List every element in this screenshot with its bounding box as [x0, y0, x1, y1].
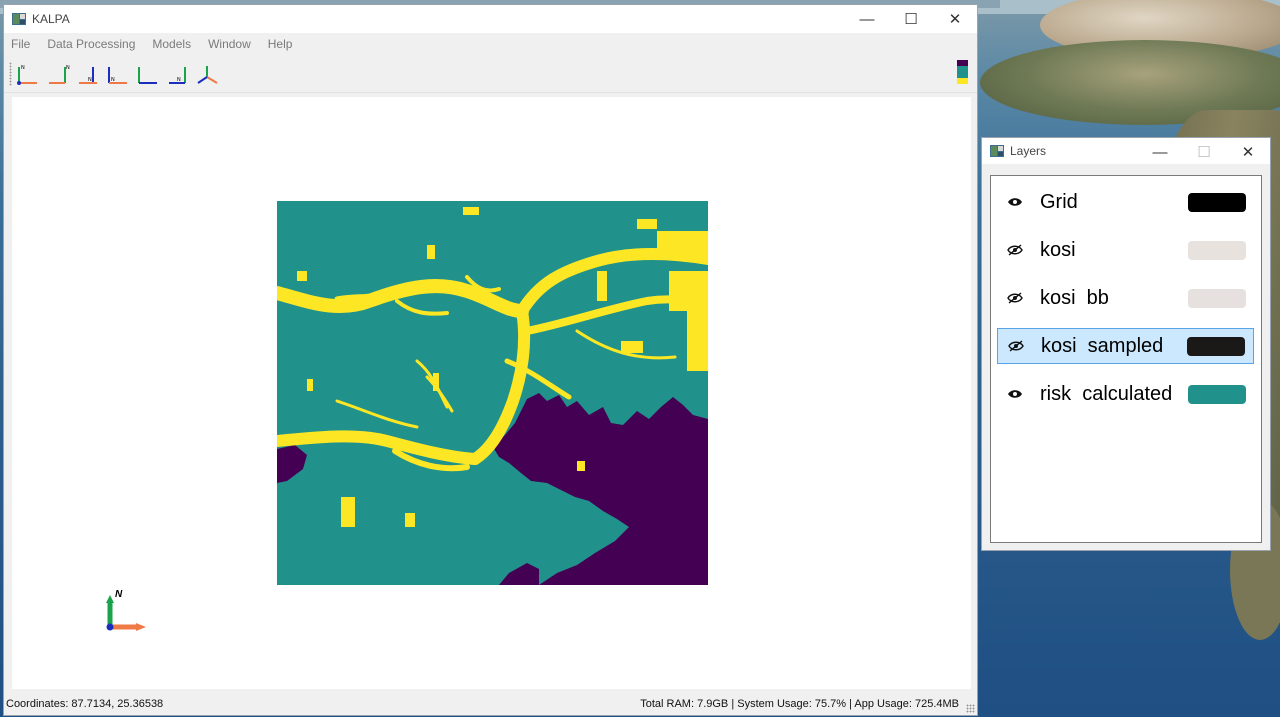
- resize-grip[interactable]: [966, 704, 975, 713]
- layer-color-swatch[interactable]: [1188, 240, 1246, 260]
- layer-name: kosi bb: [1040, 286, 1109, 309]
- menu-models[interactable]: Models: [144, 37, 200, 51]
- eye-slash-icon[interactable]: [1006, 243, 1024, 257]
- north-label: N: [115, 589, 123, 600]
- layers-titlebar[interactable]: Layers — ☐ ✕: [982, 138, 1270, 164]
- layers-list: Grid kosi kosi bb kosi sampled risk calc…: [990, 175, 1262, 543]
- layer-name: kosi: [1040, 238, 1076, 261]
- menu-window[interactable]: Window: [200, 37, 260, 51]
- toolbar: N N N N N: [4, 56, 977, 93]
- layer-row-kosi-bb[interactable]: kosi bb: [997, 280, 1254, 316]
- view-axis-yz-icon[interactable]: N: [15, 61, 41, 87]
- coordinates-readout: Coordinates: 87.7134, 25.36538: [6, 698, 164, 710]
- view-axis-xy-icon[interactable]: [135, 61, 161, 87]
- colorbar-high: [957, 78, 968, 84]
- eye-icon[interactable]: [1006, 387, 1024, 401]
- view-axis-3d-icon[interactable]: [195, 61, 221, 87]
- eye-slash-icon[interactable]: [1007, 339, 1025, 353]
- layer-color-swatch[interactable]: [1188, 192, 1246, 212]
- layer-name: risk calculated: [1040, 382, 1173, 405]
- svg-text:N: N: [21, 65, 25, 71]
- minimize-button[interactable]: —: [1138, 138, 1182, 166]
- maximize-button[interactable]: ☐: [889, 5, 933, 33]
- app-icon: [12, 13, 26, 25]
- view-axis-xz-icon[interactable]: N: [75, 61, 101, 87]
- layer-row-grid[interactable]: Grid: [997, 184, 1254, 220]
- layer-row-risk-calculated[interactable]: risk calculated: [997, 376, 1254, 412]
- resource-usage: Total RAM: 7.9GB | System Usage: 75.7% |…: [640, 698, 959, 710]
- layer-row-kosi[interactable]: kosi: [997, 232, 1254, 268]
- svg-text:N: N: [88, 77, 92, 83]
- layers-title: Layers: [1010, 144, 1047, 158]
- layer-color-swatch[interactable]: [1188, 288, 1246, 308]
- main-window: KALPA — ☐ ✕ File Data Processing Models …: [3, 4, 978, 716]
- layer-row-kosi-sampled[interactable]: kosi sampled: [997, 328, 1254, 364]
- main-titlebar[interactable]: KALPA — ☐ ✕: [4, 5, 977, 33]
- app-icon: [990, 145, 1004, 157]
- toolbar-grip[interactable]: [9, 62, 12, 86]
- layer-color-swatch[interactable]: [1187, 336, 1245, 356]
- maximize-button[interactable]: ☐: [1182, 138, 1226, 166]
- view-axis-xz-alt-icon[interactable]: N: [105, 61, 131, 87]
- risk-raster-map[interactable]: [277, 201, 708, 585]
- layers-window: Layers — ☐ ✕ Grid kosi kosi bb kosi samp…: [981, 137, 1271, 551]
- svg-text:N: N: [177, 77, 181, 83]
- layer-color-swatch[interactable]: [1188, 384, 1246, 404]
- menu-file[interactable]: File: [4, 37, 39, 51]
- legend-colorbar: [957, 60, 968, 84]
- window-title: KALPA: [32, 12, 70, 26]
- svg-text:N: N: [66, 65, 70, 71]
- status-bar: Coordinates: 87.7134, 25.36538 Total RAM…: [4, 693, 977, 715]
- view-axis-yx-icon[interactable]: N: [165, 61, 191, 87]
- view-axis-zy-icon[interactable]: N: [45, 61, 71, 87]
- minimize-button[interactable]: —: [845, 5, 889, 33]
- eye-slash-icon[interactable]: [1006, 291, 1024, 305]
- svg-text:N: N: [111, 77, 115, 83]
- layer-name: kosi sampled: [1041, 334, 1164, 357]
- menu-help[interactable]: Help: [260, 37, 302, 51]
- menu-bar: File Data Processing Models Window Help: [4, 33, 977, 55]
- close-button[interactable]: ✕: [933, 5, 977, 33]
- north-arrow: N: [104, 589, 154, 635]
- layer-name: Grid: [1040, 190, 1078, 213]
- map-viewport[interactable]: N: [12, 97, 971, 689]
- eye-icon[interactable]: [1006, 195, 1024, 209]
- menu-data-processing[interactable]: Data Processing: [39, 37, 144, 51]
- close-button[interactable]: ✕: [1226, 138, 1270, 166]
